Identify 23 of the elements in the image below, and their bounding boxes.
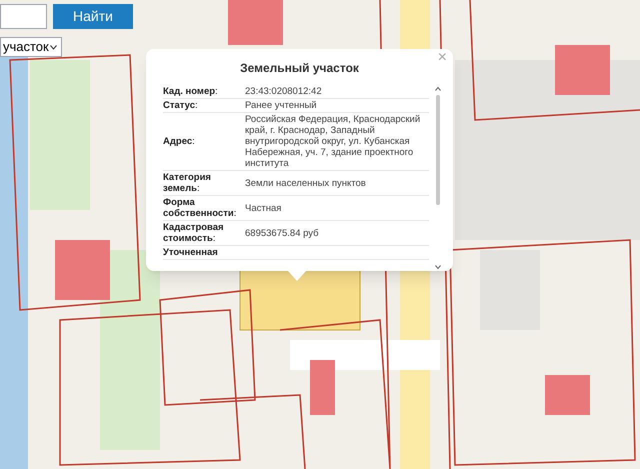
popup-title: Земельный участок — [240, 60, 359, 77]
scroll-thumb[interactable] — [436, 95, 440, 205]
scroll-down-icon[interactable] — [435, 265, 441, 269]
search-button[interactable]: Найти — [53, 4, 133, 29]
field-label: Уточненная — [163, 247, 219, 258]
field-label: Форма собственности: — [163, 197, 238, 219]
field-value: Российская Федерация, Краснодарский край, г. Краснодар, Западный внутригородской округ, ул. Кубанская Набережная, уч. 7, здание проектного института — [245, 114, 422, 169]
field-label: Кад. номер: — [163, 86, 219, 97]
scroll-up-icon[interactable] — [435, 87, 441, 91]
field-value: 23:43:0208012:42 — [245, 86, 323, 97]
chevron-down-icon — [50, 44, 57, 50]
layer-select[interactable]: участок — [0, 37, 62, 57]
field-label: Категория земель: — [163, 172, 212, 194]
search-field[interactable] — [0, 4, 47, 29]
field-value: 68953675.84 руб — [245, 228, 320, 238]
field-label: Кадастровая стоимость: — [163, 222, 225, 244]
field-value: Частная — [245, 202, 282, 214]
field-label: Адрес: — [163, 136, 196, 147]
field-value: Ранее учтенный — [245, 100, 318, 111]
field-value: Земли населенных пунктов — [245, 178, 367, 188]
scrollbar[interactable] — [433, 85, 443, 271]
close-button[interactable]: × — [438, 50, 447, 66]
field-label: Статус: — [163, 100, 199, 111]
